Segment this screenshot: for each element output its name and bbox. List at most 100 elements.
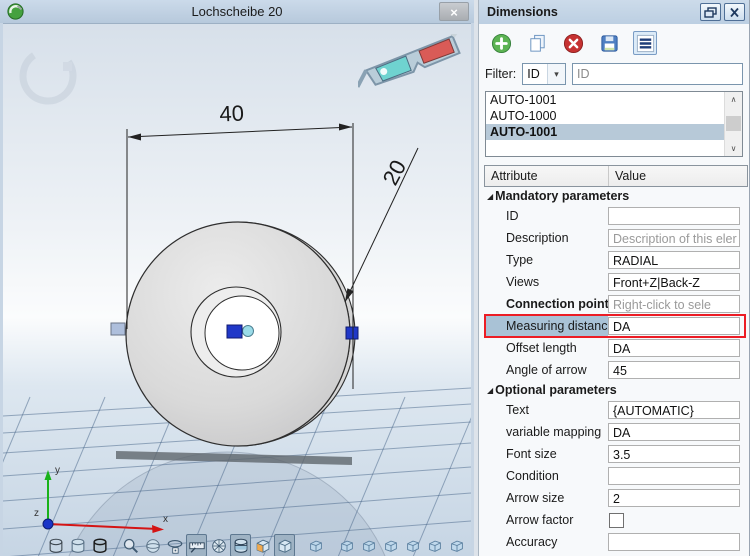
panel-titlebar: Dimensions <box>479 0 749 24</box>
attribute-row[interactable]: Offset lengthDA <box>484 337 748 359</box>
value-input[interactable]: 45 <box>608 361 740 379</box>
attribute-row[interactable]: Angle of arrow45 <box>484 359 748 381</box>
list-scrollbar[interactable]: ∧ ∨ <box>724 92 742 156</box>
attribute-row[interactable]: variable mappingDA <box>484 421 748 443</box>
center-snap-dot <box>243 326 254 337</box>
attribute-row[interactable]: Condition <box>484 465 748 487</box>
attribute-label: Description <box>484 227 608 249</box>
list-view-button[interactable] <box>633 31 657 55</box>
value-input[interactable]: RADIAL <box>608 251 740 269</box>
attribute-row[interactable]: Font size3.5 <box>484 443 748 465</box>
value-column-header[interactable]: Value <box>609 166 747 186</box>
attribute-label: variable mapping <box>484 421 608 443</box>
attribute-label: Type <box>484 249 608 271</box>
list-item[interactable]: AUTO-1001 <box>486 92 725 108</box>
panel-title: Dimensions <box>487 5 697 19</box>
value-input[interactable]: DA <box>608 339 740 357</box>
anaglyph-glasses-icon[interactable] <box>358 34 466 96</box>
value-input[interactable]: {AUTOMATIC} <box>608 401 740 419</box>
attribute-row[interactable]: Arrow size2 <box>484 487 748 509</box>
value-input[interactable]: Description of this eler <box>608 229 740 247</box>
attribute-row[interactable]: TypeRADIAL <box>484 249 748 271</box>
attribute-label: Accuracy <box>484 531 608 553</box>
value-input[interactable]: DA <box>608 317 740 335</box>
viewer-close-button[interactable]: × <box>439 2 469 21</box>
view-orientation-6-icon[interactable] <box>424 534 445 556</box>
render-shaded-cylinder-icon[interactable] <box>67 534 88 556</box>
viewport-3d[interactable]: 40 20 y x z <box>3 23 471 556</box>
dropdown-arrow-icon[interactable]: ▾ <box>547 64 565 84</box>
filter-row: Filter: ID ▾ <box>479 61 749 85</box>
attribute-row[interactable]: ViewsFront+Z|Back-Z <box>484 271 748 293</box>
attribute-row[interactable]: DescriptionDescription of this eler <box>484 227 748 249</box>
attribute-row[interactable]: ID <box>484 205 748 227</box>
cube-view-icon[interactable] <box>274 534 295 556</box>
section-cylinder-view-icon[interactable] <box>230 534 251 556</box>
value-input[interactable] <box>608 533 740 551</box>
value-input[interactable] <box>608 207 740 225</box>
attribute-row[interactable]: Accuracy <box>484 531 748 553</box>
value-input[interactable]: Right-click to sele <box>608 295 740 313</box>
clip-plane-view-icon[interactable] <box>252 534 273 556</box>
value-input[interactable]: Front+Z|Back-Z <box>608 273 740 291</box>
attribute-label: Arrow size <box>484 487 608 509</box>
attribute-label: Arrow factor <box>484 509 608 531</box>
expander-icon[interactable]: ◢ <box>487 192 493 201</box>
expander-icon[interactable]: ◢ <box>487 386 493 395</box>
dim-width-label: 40 <box>219 100 245 126</box>
render-outline-cylinder-icon[interactable] <box>89 534 110 556</box>
right-handle[interactable] <box>346 327 358 339</box>
close-panel-button[interactable] <box>724 3 745 21</box>
group-label: Optional parameters <box>495 383 617 397</box>
filter-search-input[interactable] <box>572 63 743 85</box>
value-input[interactable]: 3.5 <box>608 445 740 463</box>
dimensions-panel: Dimensions <box>478 0 750 556</box>
parameter-group-row[interactable]: ◢Mandatory parameters <box>484 187 748 205</box>
panel-toolbar <box>479 24 749 61</box>
rotate-sphere-tool-icon[interactable] <box>142 534 163 556</box>
attribute-label: Connection point <box>484 293 608 315</box>
view-orientation-7-icon[interactable] <box>446 534 467 556</box>
attribute-row[interactable]: Text{AUTOMATIC} <box>484 399 748 421</box>
scroll-up-icon[interactable]: ∧ <box>725 92 742 107</box>
left-handle[interactable] <box>111 323 125 335</box>
view-orientation-2-icon[interactable] <box>336 534 357 556</box>
value-input[interactable]: 2 <box>608 489 740 507</box>
center-handle[interactable] <box>227 325 242 338</box>
scroll-thumb[interactable] <box>726 116 741 131</box>
filter-combobox[interactable]: ID ▾ <box>522 63 566 85</box>
mesh-view-icon[interactable] <box>208 534 229 556</box>
copy-button[interactable] <box>525 31 549 55</box>
attribute-row[interactable]: Arrow factor <box>484 509 748 531</box>
orbit-tool-icon[interactable] <box>164 534 185 556</box>
render-wireframe-cylinder-icon[interactable] <box>45 534 66 556</box>
attribute-rows: ◢Mandatory parametersIDDescriptionDescri… <box>484 187 748 553</box>
filter-label: Filter: <box>485 67 516 81</box>
list-item[interactable]: AUTO-1000 <box>486 108 725 124</box>
page: Lochscheibe 20 × <box>0 0 750 556</box>
view-orientation-1-icon[interactable] <box>305 534 326 556</box>
view-orientation-4-icon[interactable] <box>380 534 401 556</box>
save-button[interactable] <box>597 31 621 55</box>
zoom-tool-icon[interactable] <box>120 534 141 556</box>
attribute-column-header[interactable]: Attribute <box>485 166 609 186</box>
checkbox[interactable] <box>609 513 624 528</box>
attribute-row[interactable]: Measuring distanceDA <box>484 315 748 337</box>
attribute-label: ID <box>484 205 608 227</box>
view-orientation-3-icon[interactable] <box>358 534 379 556</box>
view-orientation-8-icon[interactable] <box>468 534 471 556</box>
delete-button[interactable] <box>561 31 585 55</box>
measure-tool-icon[interactable] <box>186 534 207 556</box>
dimension-list[interactable]: ∧ ∨ AUTO-1001AUTO-1000AUTO-1001 <box>485 91 743 157</box>
add-button[interactable] <box>489 31 513 55</box>
parameter-group-row[interactable]: ◢Optional parameters <box>484 381 748 399</box>
attribute-row[interactable]: Connection pointRight-click to sele <box>484 293 748 315</box>
value-input[interactable]: DA <box>608 423 740 441</box>
value-input[interactable] <box>608 467 740 485</box>
scroll-down-icon[interactable]: ∨ <box>725 141 742 156</box>
view-orientation-5-icon[interactable] <box>402 534 423 556</box>
list-item[interactable]: AUTO-1001 <box>486 124 725 140</box>
attribute-label: Offset length <box>484 337 608 359</box>
attribute-label: Measuring distance <box>484 315 608 337</box>
float-panel-button[interactable] <box>700 3 721 21</box>
